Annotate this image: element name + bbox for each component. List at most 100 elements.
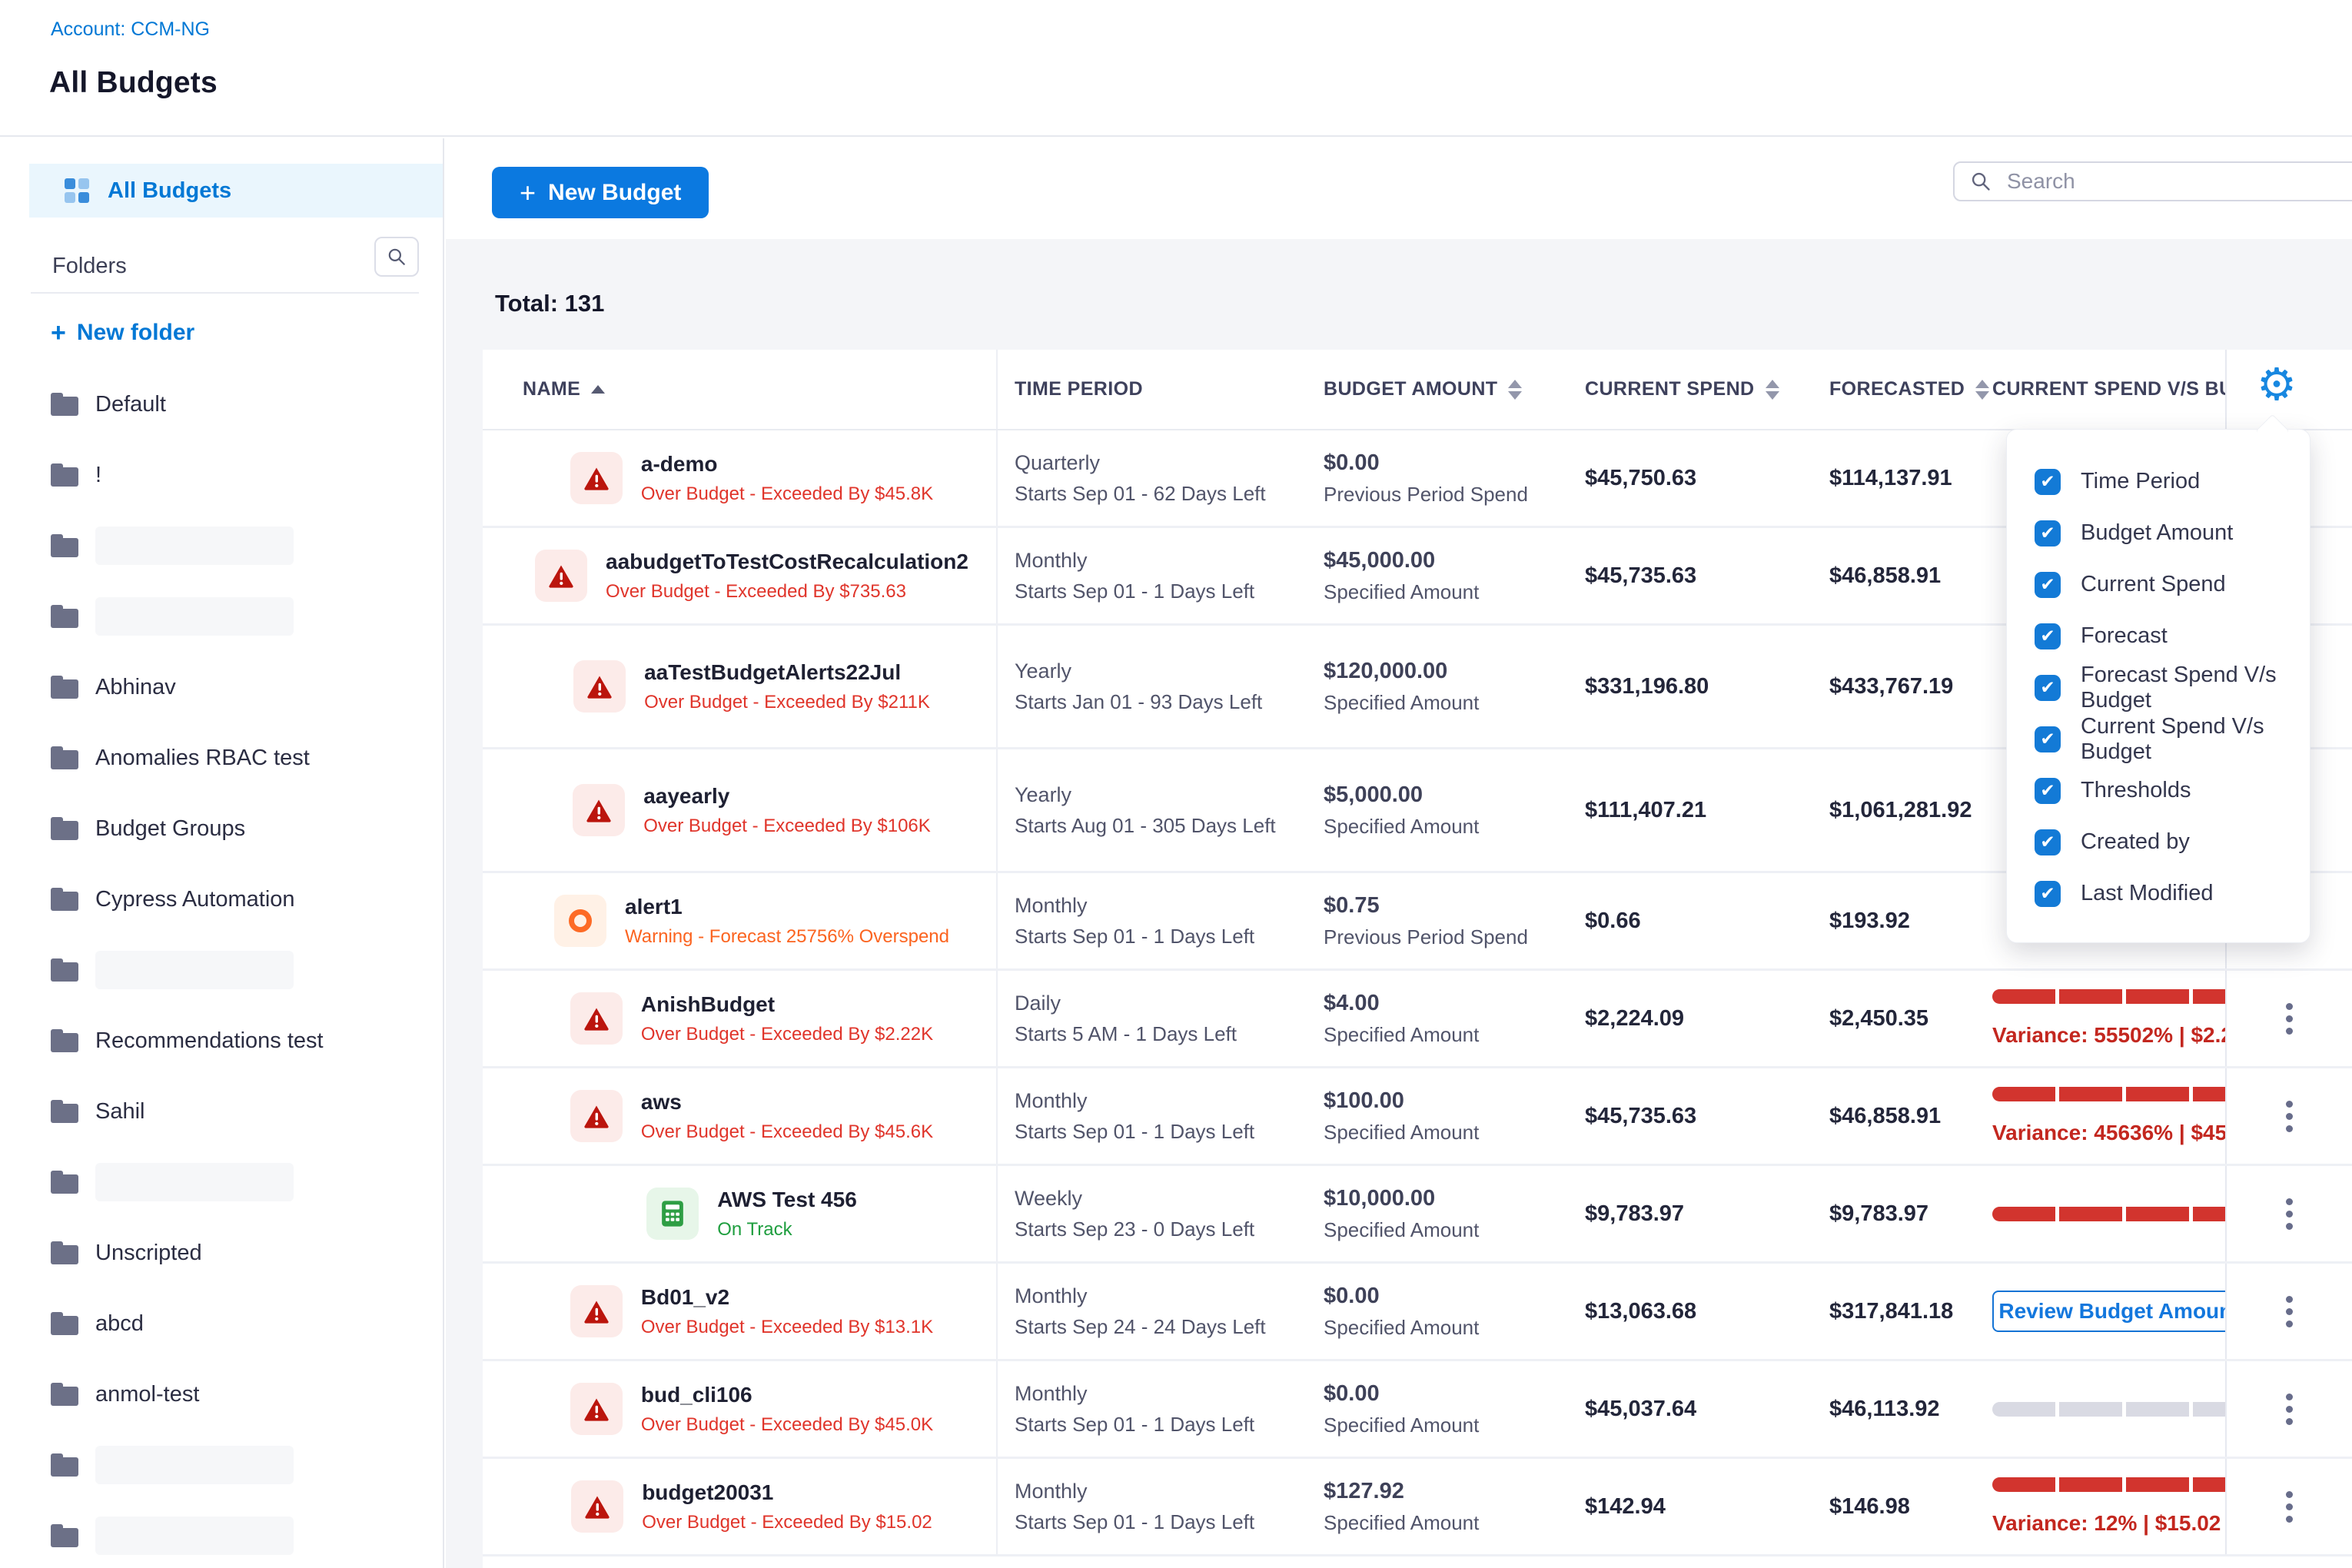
- checked-checkbox[interactable]: [2035, 778, 2061, 804]
- status-icon-box: [570, 992, 623, 1045]
- sidebar-folder-item[interactable]: Abhinav: [0, 652, 444, 723]
- column-header[interactable]: CURRENT SPEND: [1585, 350, 1829, 429]
- sort-toggle-icon[interactable]: [1766, 380, 1779, 400]
- table-row[interactable]: AWS Test 456 On Track Weekly Starts Sep …: [483, 1164, 2352, 1261]
- row-menu-button[interactable]: [2278, 1483, 2301, 1530]
- period-detail: Starts Aug 01 - 305 Days Left: [1015, 814, 1324, 838]
- row-menu-button[interactable]: [2278, 1191, 2301, 1237]
- budget-status-text: Over Budget - Exceeded By $15.02: [642, 1512, 932, 1533]
- column-menu-label: Forecast Spend V/s Budget: [2081, 663, 2282, 713]
- column-menu-label: Created by: [2081, 829, 2190, 855]
- time-period-cell: Yearly Starts Aug 01 - 305 Days Left: [998, 749, 1324, 871]
- budget-amount: $0.00: [1324, 1284, 1585, 1309]
- sidebar-folder-item[interactable]: anmol-test: [0, 1359, 444, 1430]
- budget-amount: $4.00: [1324, 991, 1585, 1016]
- sidebar-folder-item[interactable]: Recommendations test: [0, 1005, 444, 1076]
- column-menu-item[interactable]: Last Modified: [2007, 868, 2310, 919]
- sidebar-folder-item[interactable]: Default: [0, 369, 444, 440]
- new-budget-button[interactable]: New Budget: [492, 167, 709, 218]
- checked-checkbox[interactable]: [2035, 520, 2061, 546]
- column-header[interactable]: FORECASTED: [1829, 350, 1992, 429]
- new-folder-button[interactable]: New folder: [51, 320, 194, 346]
- table-row[interactable]: Bd01_v2 Over Budget - Exceeded By $13.1K…: [483, 1261, 2352, 1359]
- sidebar-folder-item[interactable]: Sahil: [0, 1076, 444, 1147]
- grid-icon: [65, 178, 89, 203]
- table-row[interactable]: AnishBudget Over Budget - Exceeded By $2…: [483, 968, 2352, 1066]
- review-budget-amount-button[interactable]: Review Budget Amount: [1992, 1291, 2227, 1332]
- checked-checkbox[interactable]: [2035, 623, 2061, 649]
- column-menu-item[interactable]: Current Spend: [2007, 559, 2310, 610]
- checked-checkbox[interactable]: [2035, 675, 2061, 701]
- alert-triangle-icon: [583, 1104, 610, 1128]
- status-icon-box: [573, 660, 626, 713]
- checked-checkbox[interactable]: [2035, 572, 2061, 598]
- column-settings-gear-icon[interactable]: [2252, 360, 2301, 409]
- checked-checkbox[interactable]: [2035, 829, 2061, 855]
- table-row[interactable]: bud_cli106 Over Budget - Exceeded By $45…: [483, 1359, 2352, 1457]
- sort-toggle-icon[interactable]: [1508, 380, 1522, 400]
- budget-name: aws: [641, 1090, 933, 1115]
- column-header[interactable]: NAME: [483, 350, 998, 429]
- search-input[interactable]: [2005, 168, 2352, 194]
- column-header[interactable]: TIME PERIOD: [998, 350, 1324, 429]
- checked-checkbox[interactable]: [2035, 881, 2061, 907]
- status-icon-box: [535, 550, 587, 602]
- column-header[interactable]: BUDGET AMOUNT: [1324, 350, 1585, 429]
- row-menu-button[interactable]: [2278, 995, 2301, 1042]
- divider: [31, 292, 419, 294]
- column-menu-item[interactable]: Thresholds: [2007, 765, 2310, 816]
- current-spend-cell: $0.66: [1585, 873, 1829, 968]
- redacted-folder-name: [95, 597, 294, 636]
- redacted-folder-name: [95, 951, 294, 989]
- column-menu-item[interactable]: Time Period: [2007, 456, 2310, 507]
- folder-search-button[interactable]: [374, 237, 419, 277]
- row-menu-button[interactable]: [2278, 1093, 2301, 1140]
- sidebar-folder-item[interactable]: [0, 510, 444, 581]
- sidebar-folder-item[interactable]: [0, 1430, 444, 1500]
- table-row[interactable]: budget20031 Over Budget - Exceeded By $1…: [483, 1457, 2352, 1554]
- column-header[interactable]: CURRENT SPEND V/S BUDGET: [1992, 350, 2227, 429]
- column-menu-item[interactable]: Created by: [2007, 816, 2310, 868]
- budget-amount-type: Specified Amount: [1324, 1023, 1585, 1047]
- row-menu-button[interactable]: [2278, 1288, 2301, 1335]
- search-icon: [387, 247, 407, 267]
- sidebar-folder-item[interactable]: [0, 1500, 444, 1568]
- sidebar-item-all-budgets[interactable]: All Budgets: [29, 164, 444, 218]
- budget-status-text: Over Budget - Exceeded By $211K: [644, 692, 930, 713]
- sidebar-folder-item[interactable]: Budget Groups: [0, 793, 444, 864]
- budget-status-text: Over Budget - Exceeded By $45.8K: [641, 483, 933, 505]
- sort-asc-icon[interactable]: [591, 385, 605, 394]
- checked-checkbox[interactable]: [2035, 469, 2061, 495]
- sidebar-folder-item[interactable]: [0, 935, 444, 1005]
- budget-status-text: Over Budget - Exceeded By $2.22K: [641, 1024, 933, 1045]
- budget-name: aayearly: [643, 784, 931, 809]
- row-menu-button[interactable]: [2278, 1386, 2301, 1433]
- period-type: Monthly: [1015, 549, 1324, 573]
- column-menu-item[interactable]: Forecast: [2007, 610, 2310, 662]
- breadcrumb-account-link[interactable]: Account: CCM-NG: [51, 18, 210, 41]
- period-type: Yearly: [1015, 783, 1324, 807]
- sidebar-folder-item[interactable]: [0, 581, 444, 652]
- sort-toggle-icon[interactable]: [1975, 380, 1989, 400]
- new-folder-label: New folder: [77, 320, 194, 346]
- redacted-folder-name: [95, 1446, 294, 1484]
- sidebar-folder-item[interactable]: Cypress Automation: [0, 864, 444, 935]
- total-count: Total: 131: [495, 290, 604, 317]
- sidebar-folder-item[interactable]: Unscripted: [0, 1218, 444, 1288]
- checked-checkbox[interactable]: [2035, 726, 2061, 752]
- forecasted: $193.92: [1829, 909, 1992, 934]
- current-spend: $45,037.64: [1585, 1397, 1829, 1422]
- column-menu-item[interactable]: Forecast Spend V/s Budget: [2007, 662, 2310, 713]
- sidebar-folder-item[interactable]: [0, 1147, 444, 1218]
- sidebar-folder-item[interactable]: !: [0, 440, 444, 510]
- sidebar-folder-item[interactable]: abcd: [0, 1288, 444, 1359]
- table-row[interactable]: aws Over Budget - Exceeded By $45.6K Mon…: [483, 1066, 2352, 1164]
- column-menu-item[interactable]: Current Spend V/s Budget: [2007, 713, 2310, 765]
- folder-icon: [51, 1524, 78, 1547]
- sidebar-folder-item[interactable]: Anomalies RBAC test: [0, 723, 444, 793]
- folder-label: Recommendations test: [95, 1028, 324, 1054]
- forecasted-cell: $146.98: [1829, 1459, 1992, 1554]
- name-cell: aws Over Budget - Exceeded By $45.6K: [483, 1068, 998, 1164]
- column-menu-item[interactable]: Budget Amount: [2007, 507, 2310, 559]
- variance-text: Variance: 45636% | $45.6K: [1992, 1121, 2225, 1145]
